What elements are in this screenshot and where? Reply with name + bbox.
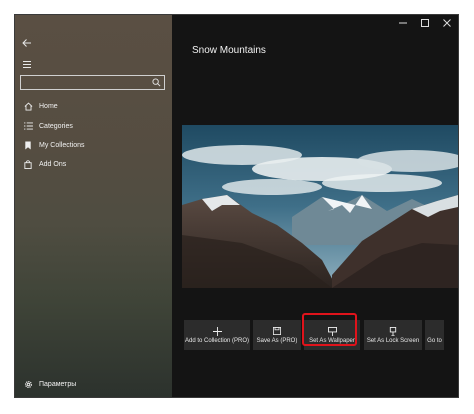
gear-icon	[23, 379, 33, 389]
close-icon	[443, 19, 451, 27]
sidebar-item-label: Home	[39, 102, 58, 110]
bookmark-icon	[23, 140, 33, 150]
window-controls	[392, 15, 458, 31]
wallpaper-preview-image	[182, 125, 458, 288]
settings-label: Параметры	[39, 380, 77, 388]
search-box	[20, 75, 165, 90]
sidebar-item-label: Add Ons	[39, 160, 67, 168]
search-icon[interactable]	[152, 78, 161, 87]
action-label: Save As (PRO)	[256, 338, 298, 344]
maximize-button[interactable]	[414, 15, 436, 31]
sidebar: Home Categories My Collections Add Ons П…	[15, 15, 172, 397]
home-icon	[23, 101, 33, 111]
save-as-button[interactable]: Save As (PRO)	[253, 320, 301, 350]
add-to-collection-button[interactable]: Add to Collection (PRO)	[184, 320, 250, 350]
list-icon	[23, 121, 33, 131]
search-input[interactable]	[21, 76, 147, 89]
blank-icon	[430, 326, 440, 336]
plus-icon	[212, 326, 222, 336]
sidebar-item-home[interactable]: Home	[15, 97, 172, 115]
close-button[interactable]	[436, 15, 458, 31]
sidebar-item-add-ons[interactable]: Add Ons	[15, 155, 172, 173]
set-as-lock-screen-button[interactable]: Set As Lock Screen	[364, 320, 422, 350]
hamburger-icon	[23, 60, 31, 68]
back-arrow-icon	[22, 39, 31, 47]
minimize-icon	[399, 22, 407, 24]
highlight-frame	[302, 313, 357, 346]
minimize-button[interactable]	[392, 15, 414, 31]
action-label: Set As Lock Screen	[366, 338, 420, 344]
lock-screen-icon	[388, 326, 398, 336]
page-title: Snow Mountains	[192, 45, 266, 56]
action-label: Go to	[427, 338, 442, 344]
go-to-button[interactable]: Go to	[425, 320, 444, 350]
maximize-icon	[421, 19, 429, 27]
sidebar-item-label: Categories	[39, 122, 73, 130]
sidebar-item-label: My Collections	[39, 141, 85, 149]
save-icon	[272, 326, 282, 336]
sidebar-item-categories[interactable]: Categories	[15, 117, 172, 135]
action-label: Add to Collection (PRO)	[184, 338, 250, 344]
menu-button[interactable]	[19, 57, 35, 71]
back-button[interactable]	[19, 35, 35, 51]
sidebar-item-my-collections[interactable]: My Collections	[15, 136, 172, 154]
shopping-bag-icon	[23, 159, 33, 169]
sidebar-item-settings[interactable]: Параметры	[15, 375, 172, 393]
